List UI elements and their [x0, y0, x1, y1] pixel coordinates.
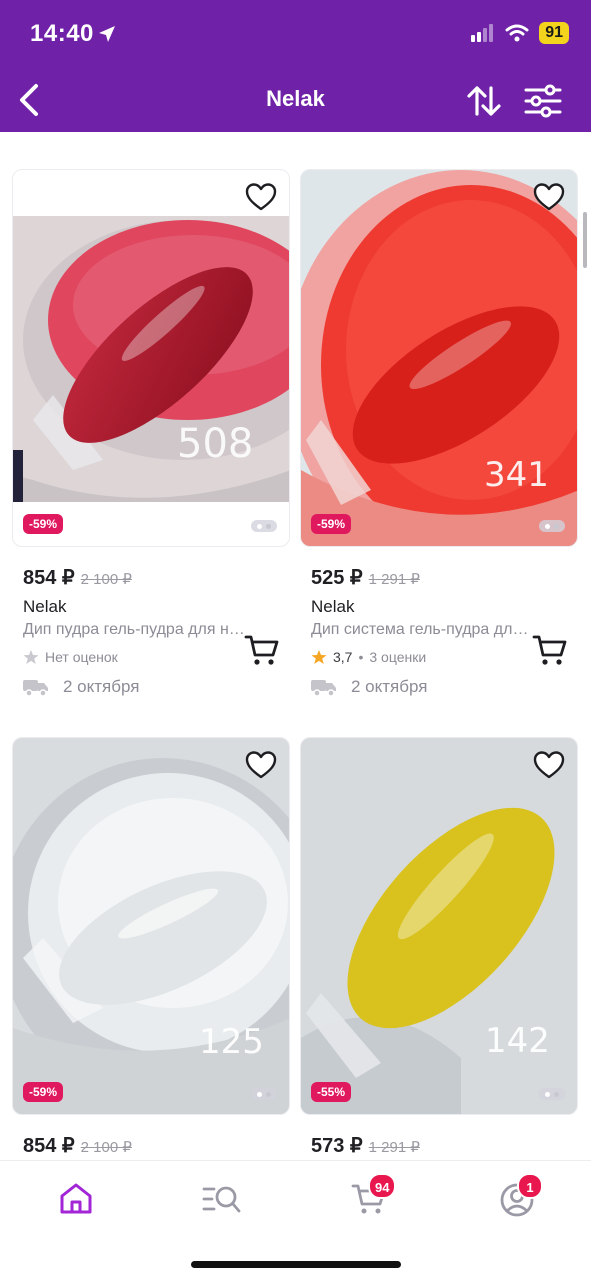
photo-label: 142	[485, 1021, 550, 1061]
old-price: 2 100 ₽	[80, 1139, 132, 1156]
price: 854 ₽	[23, 567, 75, 589]
product-photo[interactable]: 142 -55%	[300, 737, 578, 1115]
product-name[interactable]: Дип пудра гель-пудра для ногтей	[23, 621, 245, 639]
delivery-truck-icon	[311, 680, 336, 697]
star-empty-icon	[23, 650, 39, 664]
discount-badge: -59%	[23, 514, 64, 534]
home-icon[interactable]	[56, 1181, 96, 1217]
rating-separator: •	[358, 649, 364, 665]
image-pager-dots	[251, 520, 277, 532]
delivery-date: 2 октября	[351, 677, 428, 696]
heart-icon[interactable]	[245, 750, 277, 780]
photo-label: 125	[199, 1022, 264, 1062]
cellular-signal-icon	[471, 24, 494, 42]
catalog-search-icon[interactable]	[202, 1181, 242, 1217]
app-header: 14:40 91 Nelak	[0, 0, 591, 132]
star-filled-icon	[311, 650, 327, 664]
status-indicators: 91	[471, 22, 569, 44]
photo-label: 341	[484, 455, 549, 495]
old-price: 2 100 ₽	[80, 571, 132, 588]
price-row: 854 ₽ 2 100 ₽	[23, 565, 132, 590]
status-time: 14:40	[30, 20, 94, 47]
price: 525 ₽	[311, 567, 363, 589]
delivery-row: 2 октября	[23, 677, 139, 697]
home-indicator	[191, 1261, 401, 1268]
product-image: 508	[13, 216, 289, 502]
old-price: 1 291 ₽	[368, 571, 420, 588]
price: 573 ₽	[311, 1135, 363, 1157]
rating-value: 3,7	[333, 649, 353, 665]
image-pager-dots	[539, 1088, 565, 1100]
screen: 14:40 91 Nelak 508 -59% 854 ₽ 2 100 ₽ Ne…	[0, 0, 591, 1280]
product-image: 341	[301, 170, 577, 546]
page-title: Nelak	[266, 86, 325, 111]
photo-label: 508	[177, 421, 253, 467]
product-brand: Nelak	[23, 597, 67, 616]
product-photo[interactable]: 341 -59%	[300, 169, 578, 547]
product-image: 125	[13, 738, 289, 1114]
heart-icon[interactable]	[533, 750, 565, 780]
cart-count-badge: 94	[368, 1173, 397, 1199]
price-row: 525 ₽ 1 291 ₽	[311, 565, 420, 590]
old-price: 1 291 ₽	[368, 1139, 420, 1156]
heart-icon[interactable]	[533, 182, 565, 212]
product-photo[interactable]: 508 -59%	[12, 169, 290, 547]
price: 854 ₽	[23, 1135, 75, 1157]
profile-notification-badge: 1	[517, 1173, 543, 1199]
filter-icon[interactable]	[524, 84, 562, 118]
add-to-cart-icon[interactable]	[532, 633, 568, 667]
delivery-date: 2 октября	[63, 677, 140, 696]
discount-badge: -59%	[23, 1082, 64, 1102]
sort-icon[interactable]	[466, 84, 502, 118]
discount-badge: -55%	[311, 1082, 352, 1102]
price-row: 854 ₽ 2 100 ₽	[23, 1133, 132, 1158]
price-row: 573 ₽ 1 291 ₽	[311, 1133, 420, 1158]
wifi-icon	[505, 24, 529, 42]
product-name[interactable]: Дип система гель-пудра для ногтей	[311, 621, 533, 639]
scrollbar[interactable]	[583, 212, 587, 268]
product-photo[interactable]: 125 -59%	[12, 737, 290, 1115]
add-to-cart-icon[interactable]	[244, 633, 280, 667]
rating-row: Нет оценок	[23, 649, 118, 665]
discount-badge: -59%	[311, 514, 352, 534]
location-arrow-icon	[99, 26, 115, 42]
heart-icon[interactable]	[245, 182, 277, 212]
product-brand: Nelak	[311, 597, 355, 616]
rating-row: 3,7 • 3 оценки	[311, 649, 426, 665]
image-pager-dots	[539, 520, 565, 532]
image-pager-dots	[251, 1088, 277, 1100]
delivery-truck-icon	[23, 680, 48, 697]
rating-text: 3 оценки	[369, 649, 427, 665]
product-image: 142	[301, 738, 577, 1114]
delivery-row: 2 октября	[311, 677, 427, 697]
battery-indicator: 91	[539, 22, 569, 44]
rating-text: Нет оценок	[45, 649, 118, 665]
